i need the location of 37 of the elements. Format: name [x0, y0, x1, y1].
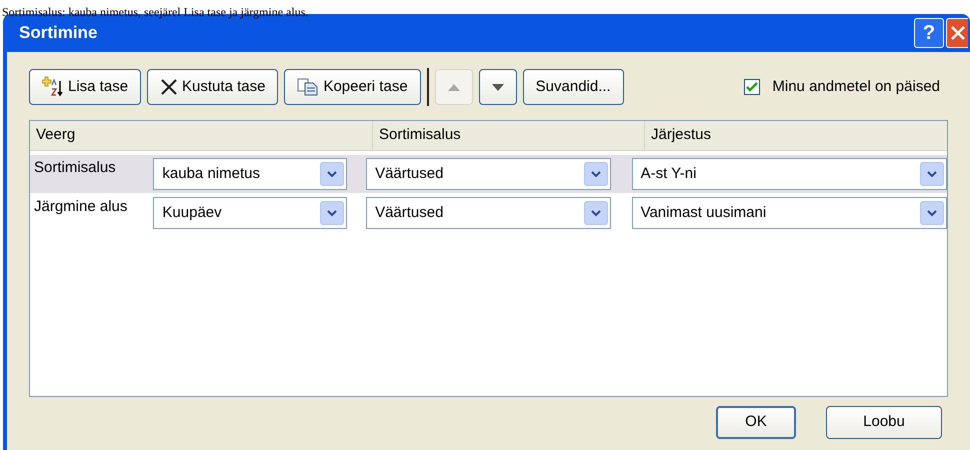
column-dropdown[interactable]: kauba nimetus — [153, 158, 348, 190]
close-icon — [950, 25, 966, 41]
order-dropdown[interactable]: Vanimast uusimani — [632, 197, 947, 229]
up-arrow-icon — [448, 84, 460, 90]
sort-on-dropdown[interactable]: Väärtused — [366, 197, 612, 229]
column-header: Sortimisalus — [379, 125, 461, 146]
order-dropdown[interactable]: A-st Y-ni — [632, 158, 947, 190]
add-level-button[interactable]: Lisa tase — [29, 69, 142, 105]
cancel-button[interactable]: Loobu — [826, 406, 942, 439]
dropdown-button[interactable] — [920, 162, 944, 186]
close-button[interactable] — [946, 18, 968, 48]
copy-level-button[interactable]: Kopeeri tase — [284, 69, 421, 105]
delete-level-button[interactable]: Kustuta tase — [147, 69, 278, 105]
checkbox-label: Minu andmetel on päised — [772, 76, 940, 97]
options-button[interactable]: Suvandid... — [522, 69, 624, 105]
copy-icon — [297, 78, 320, 96]
window-title: Sortimine — [19, 22, 98, 44]
column-header: Veerg — [36, 125, 76, 146]
add-sort-icon — [42, 76, 64, 98]
down-arrow-icon — [492, 84, 504, 90]
dropdown-button[interactable] — [920, 201, 944, 225]
dropdown-button[interactable] — [320, 201, 344, 225]
level-label: Sortimisalus — [33, 158, 117, 178]
checkmark-icon — [746, 82, 758, 92]
help-button[interactable]: ? — [914, 18, 944, 48]
sort-on-dropdown[interactable]: Väärtused — [366, 158, 612, 190]
ok-button[interactable]: OK — [716, 406, 796, 439]
checkbox[interactable] — [744, 79, 760, 95]
column-header: Järjestus — [651, 125, 712, 146]
dropdown-button[interactable] — [584, 201, 608, 225]
move-down-button[interactable] — [478, 69, 517, 105]
level-label: Järgmine alus — [33, 197, 128, 217]
x-icon — [160, 78, 178, 96]
dropdown-button[interactable] — [584, 162, 608, 186]
column-dropdown[interactable]: Kuupäev — [153, 197, 348, 229]
sort-level-row[interactable]: Sortimisalus kauba nimetus Väärtused A-st Y-ni — [30, 155, 947, 193]
dropdown-button[interactable] — [320, 162, 344, 186]
